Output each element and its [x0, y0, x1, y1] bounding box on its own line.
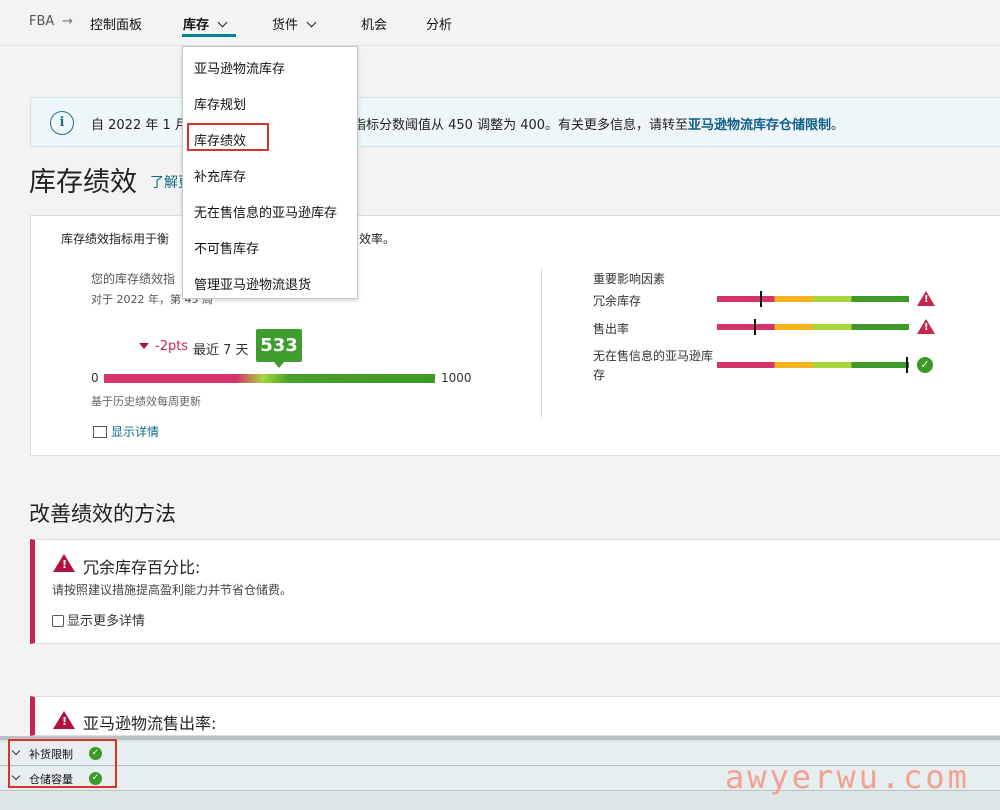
warning-icon	[917, 319, 935, 334]
checkbox-label: 显示更多详情	[67, 614, 146, 629]
breadcrumb-arrow-icon: →	[62, 14, 73, 29]
warning-icon	[917, 291, 935, 306]
method-title: 冗余库存百分比:	[83, 558, 201, 577]
check-circle-icon: ✓	[917, 357, 933, 373]
factor-bar-stranded	[717, 357, 909, 373]
factor-marker	[754, 319, 757, 335]
checkbox-icon[interactable]	[52, 615, 64, 627]
page-title: 库存绩效	[29, 167, 137, 198]
factor-bar-sellthrough	[717, 319, 909, 335]
inventory-dropdown-menu: 亚马逊物流库存 库存规划 库存绩效 补充库存 无在售信息的亚马逊库存 不可售库存…	[182, 46, 358, 299]
score-period: 最近 7 天	[193, 343, 249, 358]
methods-title: 改善绩效的方法	[29, 502, 176, 526]
scale-min: 0	[91, 371, 99, 385]
factor-label-excess: 冗余库存	[593, 294, 642, 308]
nav-inventory[interactable]: 库存	[183, 14, 228, 33]
highlight-box	[187, 123, 269, 151]
down-triangle-icon	[139, 343, 149, 349]
nav-inventory-label: 库存	[183, 18, 210, 33]
watermark: awyerwu.com	[725, 758, 970, 796]
banner-text-end: 。	[831, 118, 845, 133]
menu-item-stranded[interactable]: 无在售信息的亚马逊库存	[194, 202, 337, 221]
active-tab-underline	[182, 34, 236, 37]
method-card-sellthrough: 亚马逊物流售出率:	[30, 696, 1000, 736]
performance-card: 库存绩效指标用于衡 效率。 您的库存绩效指 对于 2022 年，第 45 周 -…	[30, 215, 1000, 456]
method-description: 请按照建议措施提高盈利能力并节省仓储费。	[52, 583, 293, 597]
factor-bar-excess	[717, 291, 909, 307]
banner-link[interactable]: 亚马逊物流库存仓储限制	[688, 118, 831, 133]
menu-item-returns[interactable]: 管理亚马逊物流退货	[194, 274, 311, 293]
expand-icon	[93, 426, 107, 438]
info-banner: i 自 2022 年 1 月 指标分数阈值从 450 调整为 400。有关更多信…	[30, 97, 1000, 147]
warning-icon	[53, 711, 75, 729]
warning-icon	[53, 554, 75, 572]
banner-text-middle: 指标分数阈值从 450 调整为 400。有关更多信息，请转至	[353, 118, 689, 133]
divider	[541, 268, 542, 418]
score-delta-value: -2pts	[155, 339, 189, 354]
factor-marker	[760, 291, 763, 307]
highlight-box	[8, 739, 117, 788]
menu-item-restock[interactable]: 补充库存	[194, 166, 246, 185]
nav-dashboard[interactable]: 控制面板	[90, 14, 142, 33]
breadcrumb-fba[interactable]: FBA	[29, 14, 54, 29]
card-description-end: 效率。	[359, 232, 396, 246]
card-description: 库存绩效指标用于衡	[61, 232, 170, 246]
ipi-title: 您的库存绩效指	[91, 272, 176, 286]
banner-text: 指标分数阈值从 450 调整为 400。有关更多信息，请转至亚马逊物流库存仓储限…	[353, 114, 844, 133]
chevron-down-icon	[306, 17, 317, 28]
nav-analytics[interactable]: 分析	[426, 14, 452, 33]
show-detail-link[interactable]: 显示详情	[93, 423, 159, 440]
factor-marker	[906, 357, 909, 373]
method-title: 亚马逊物流售出率:	[83, 714, 217, 733]
ipi-score-badge: 533	[256, 329, 302, 368]
update-note: 基于历史绩效每周更新	[91, 395, 201, 408]
factor-label-sellthrough: 售出率	[593, 322, 630, 336]
chevron-down-icon	[217, 17, 228, 28]
show-more-details-checkbox[interactable]: 显示更多详情	[52, 610, 145, 629]
nav-opportunities[interactable]: 机会	[361, 14, 387, 33]
factor-label-stranded: 无在售信息的亚马逊库存	[593, 349, 714, 382]
menu-item-fba-inventory[interactable]: 亚马逊物流库存	[194, 58, 285, 77]
nav-shipments-label: 货件	[272, 18, 299, 33]
info-icon: i	[50, 111, 74, 135]
ipi-scale-bar	[104, 374, 435, 383]
factors-title: 重要影响因素	[593, 272, 666, 286]
nav-shipments[interactable]: 货件	[272, 14, 317, 33]
score-delta: -2pts	[139, 339, 188, 354]
scale-max: 1000	[441, 371, 472, 385]
method-card-excess: 冗余库存百分比: 请按照建议措施提高盈利能力并节省仓储费。 显示更多详情	[30, 539, 1000, 644]
banner-text-start: 自 2022 年 1 月	[91, 118, 188, 133]
menu-item-inventory-planning[interactable]: 库存规划	[194, 94, 246, 113]
show-detail-label: 显示详情	[111, 425, 160, 439]
top-nav: FBA → 控制面板 库存 货件 机会 分析	[0, 0, 1000, 46]
menu-item-unfulfillable[interactable]: 不可售库存	[194, 238, 259, 257]
